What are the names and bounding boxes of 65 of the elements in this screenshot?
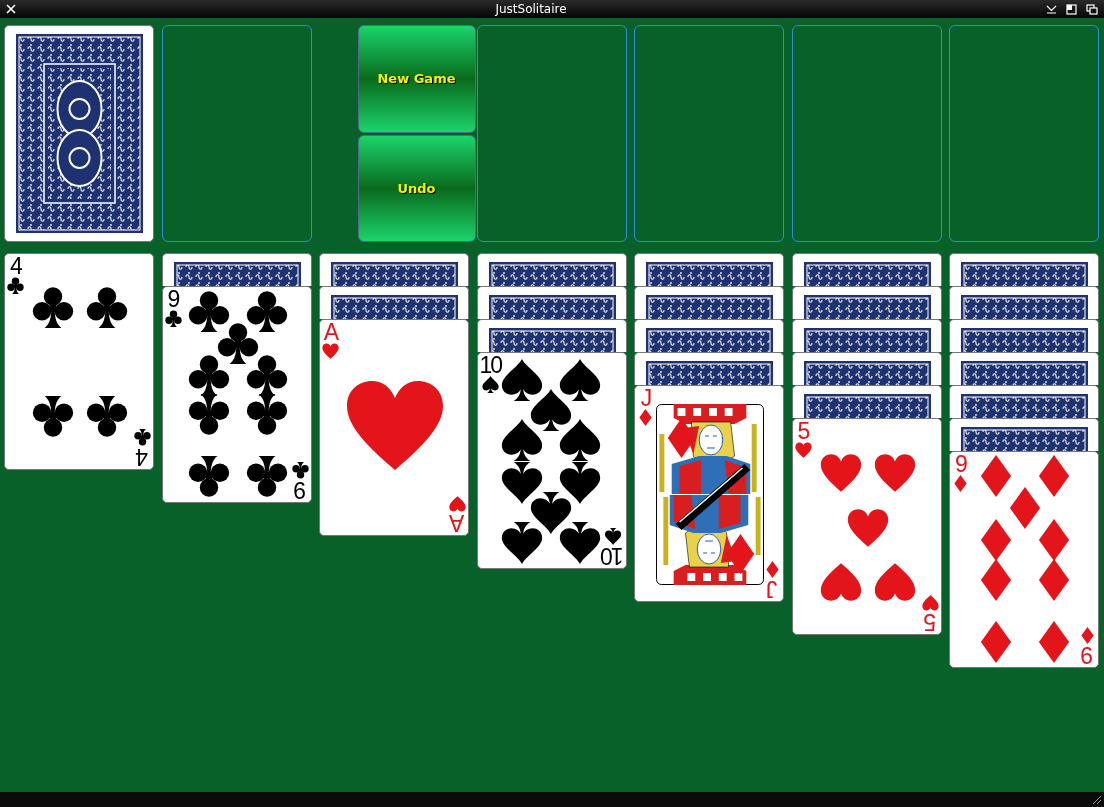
card-rank: 9 [294, 479, 306, 501]
card-rank: J [640, 387, 651, 409]
card-rank: 4 [137, 446, 148, 468]
card-back[interactable] [791, 385, 942, 418]
restore-icon[interactable] [1086, 3, 1098, 15]
spade-icon [481, 376, 499, 393]
card-back[interactable] [476, 253, 627, 286]
card-back[interactable] [949, 352, 1099, 385]
playing-card[interactable]: 4 4 [4, 253, 154, 470]
card-back[interactable] [949, 253, 1099, 286]
maximize-icon[interactable] [1066, 3, 1077, 15]
card-back[interactable] [791, 253, 942, 286]
playing-card[interactable]: A A [319, 319, 469, 536]
card-back[interactable] [791, 352, 942, 385]
card-back[interactable] [634, 352, 784, 385]
card-back[interactable] [319, 286, 469, 319]
card-rank: 10 [479, 354, 502, 376]
heart-icon [449, 495, 466, 512]
club-icon [134, 429, 151, 446]
playing-card[interactable]: J J [634, 385, 784, 602]
spade-icon [604, 528, 622, 545]
club-icon [7, 277, 24, 294]
diamond-icon [764, 561, 781, 578]
playing-card[interactable]: 9 9 [949, 451, 1099, 668]
card-back[interactable] [634, 286, 784, 319]
card-back[interactable] [949, 385, 1099, 418]
game-button[interactable]: New Game [357, 25, 476, 133]
club-icon [164, 310, 182, 327]
close-icon[interactable] [6, 4, 16, 14]
card-back[interactable] [161, 253, 312, 286]
card-back[interactable] [791, 319, 942, 352]
playing-card[interactable]: 10 10 [476, 352, 627, 569]
minimize-icon[interactable] [1046, 4, 1057, 14]
diamond-icon [1079, 627, 1096, 644]
diamond-icon [952, 475, 969, 492]
card-rank: 4 [10, 255, 21, 277]
card-rank: 9 [955, 453, 966, 475]
heart-icon [921, 594, 939, 611]
window-title: JustSolitaire [494, 2, 568, 16]
playing-card[interactable]: 9 9 [161, 286, 312, 503]
playing-card[interactable]: 5 5 [791, 418, 942, 635]
heart-icon [322, 343, 339, 360]
resize-grip-icon[interactable] [1092, 795, 1102, 805]
card-back[interactable] [949, 319, 1099, 352]
card-rank: 10 [601, 545, 624, 567]
club-icon [291, 462, 309, 479]
card-back[interactable] [791, 286, 942, 319]
card-back[interactable] [476, 319, 627, 352]
card-back[interactable] [634, 319, 784, 352]
heart-icon [794, 442, 812, 459]
card-back[interactable] [949, 418, 1099, 451]
card-rank: 5 [924, 611, 936, 633]
game-button[interactable]: Undo [357, 134, 476, 242]
card-rank: J [767, 578, 778, 600]
card-rank: 9 [167, 288, 179, 310]
card-back[interactable] [634, 253, 784, 286]
diamond-icon [637, 409, 654, 426]
card-rank: 9 [1082, 644, 1093, 666]
card-back[interactable] [4, 25, 154, 242]
card-rank: A [450, 512, 465, 534]
card-back[interactable] [949, 286, 1099, 319]
card-back[interactable] [319, 253, 469, 286]
card-rank: 5 [797, 420, 809, 442]
card-back[interactable] [476, 286, 627, 319]
card-rank: A [323, 321, 338, 343]
